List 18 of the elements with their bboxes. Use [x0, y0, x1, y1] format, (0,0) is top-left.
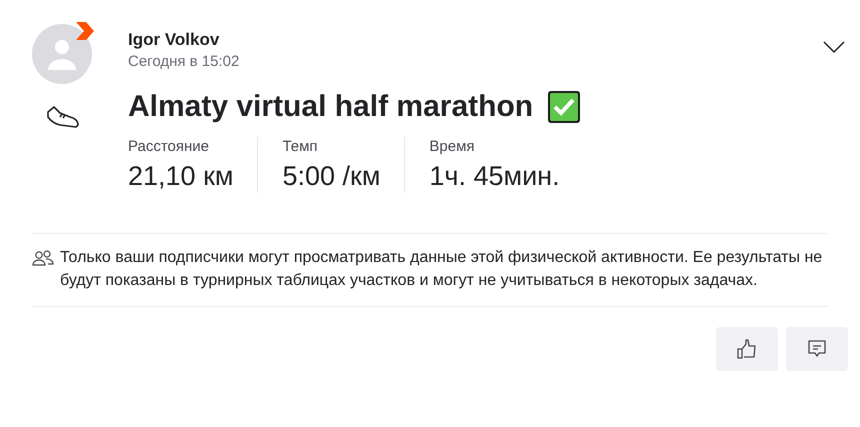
- activity-title[interactable]: Almaty virtual half marathon: [128, 89, 534, 125]
- checkmark-icon: [547, 90, 582, 124]
- stat-value: 21,10 км: [128, 160, 234, 193]
- shoe-icon: [46, 105, 80, 129]
- comment-button[interactable]: [786, 327, 848, 371]
- privacy-notice: Только ваши подписчики могут просматривать данные этой физической активности. Ее результаты не будут показаны в турнирных таблицах участков и могут не учитываться в некоторых задачах.: [60, 248, 824, 291]
- stat-value: 5:00 /км: [282, 160, 380, 193]
- thumbs-up-icon: [736, 338, 758, 360]
- people-icon: [32, 250, 54, 266]
- post-time: Сегодня в 15:02: [128, 52, 240, 72]
- author-name[interactable]: Igor Volkov: [128, 29, 240, 51]
- stat-label: Время: [429, 137, 476, 157]
- chevron-down-icon[interactable]: [822, 40, 846, 54]
- like-button[interactable]: [716, 327, 778, 371]
- stat-label: Темп: [282, 137, 319, 157]
- comment-icon: [807, 339, 827, 359]
- stat-label: Расстояние: [128, 137, 210, 157]
- stat-value: 1ч. 45мин.: [429, 160, 560, 193]
